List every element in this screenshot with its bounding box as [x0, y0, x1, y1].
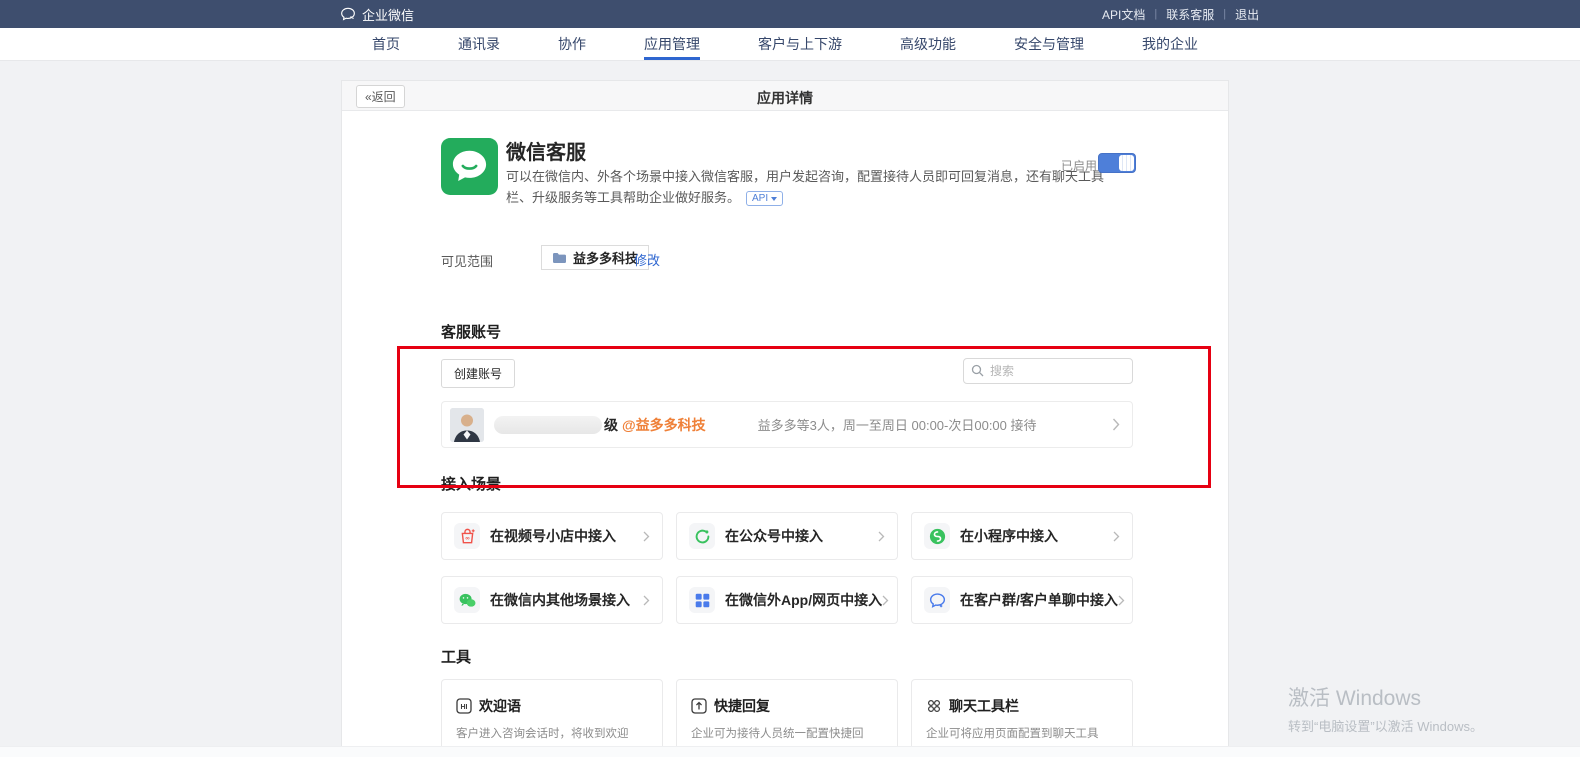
nav-my-company[interactable]: 我的企业 — [1142, 28, 1198, 60]
scene-card-official-account[interactable]: 在公众号中接入 — [676, 512, 898, 560]
welcome-icon: HI — [456, 698, 472, 714]
screen: 企业微信 API文档 | 联系客服 | 退出 首页 通讯录 协作 应用管理 客户… — [0, 0, 1580, 757]
nav-advanced[interactable]: 高级功能 — [900, 28, 956, 60]
api-badge[interactable]: API — [746, 191, 783, 206]
caret-down-icon — [771, 197, 777, 201]
toggle-knob — [1119, 155, 1134, 171]
api-docs-link[interactable]: API文档 — [1102, 6, 1145, 23]
scene-label: 在小程序中接入 — [960, 526, 1058, 546]
quick-reply-icon — [691, 698, 707, 714]
scene-card-external-app[interactable]: 在微信外App/网页中接入 — [676, 576, 898, 624]
chevron-right-icon — [643, 595, 650, 606]
enabled-status-label: 已启用 — [1061, 157, 1097, 174]
nav-collaboration[interactable]: 协作 — [558, 28, 586, 60]
scene-label: 在公众号中接入 — [725, 526, 823, 546]
scene-label: 在视频号小店中接入 — [490, 526, 616, 546]
wechat-icon — [454, 587, 480, 613]
chevron-right-icon — [1112, 418, 1120, 431]
svg-text:HI: HI — [461, 704, 468, 711]
account-search — [963, 358, 1133, 384]
nav-customers[interactable]: 客户与上下游 — [758, 28, 842, 60]
channels-shop-icon: ∞ — [454, 523, 480, 549]
primary-nav: 首页 通讯录 协作 应用管理 客户与上下游 高级功能 安全与管理 我的企业 — [0, 28, 1580, 61]
scene-label: 在客户群/客户单聊中接入 — [960, 590, 1118, 610]
nav-home[interactable]: 首页 — [372, 28, 400, 60]
visible-range-label: 可见范围 — [441, 251, 493, 270]
account-search-input[interactable] — [963, 358, 1133, 384]
watermark-subtitle: 转到“电脑设置”以激活 Windows。 — [1288, 716, 1483, 735]
topbar: 企业微信 API文档 | 联系客服 | 退出 — [0, 0, 1580, 28]
wechat-customer-service-icon — [441, 138, 498, 195]
account-name-redacted — [494, 416, 602, 434]
scene-card-mini-program[interactable]: 在小程序中接入 — [911, 512, 1133, 560]
app-grid-icon — [689, 587, 715, 613]
topbar-links: API文档 | 联系客服 | 退出 — [1102, 0, 1259, 28]
detail-header: «返回 应用详情 — [342, 81, 1228, 111]
tool-title: 欢迎语 — [479, 696, 521, 716]
scene-label: 在微信外App/网页中接入 — [725, 590, 882, 610]
watermark-title: 激活 Windows — [1288, 682, 1483, 712]
chevron-right-icon — [643, 531, 650, 542]
visible-range-value: 益多多科技 — [573, 248, 638, 267]
scene-grid: ∞ 在视频号小店中接入 在公众号中接入 在小程序中接入 — [441, 512, 1133, 624]
tools-section-title: 工具 — [441, 646, 471, 667]
app-enabled-toggle[interactable] — [1098, 153, 1136, 173]
nav-app-management[interactable]: 应用管理 — [644, 28, 700, 60]
visible-range-chip: 益多多科技 — [541, 245, 649, 270]
brand-label: 企业微信 — [362, 5, 414, 24]
scene-card-channels-shop[interactable]: ∞ 在视频号小店中接入 — [441, 512, 663, 560]
account-name-suffix: 级 — [604, 415, 618, 435]
app-detail-panel: «返回 应用详情 微信客服 可以在微信内、外各个场景中接入微信客服，用户发起咨询… — [341, 80, 1229, 757]
divider: | — [1223, 8, 1226, 20]
tool-title: 快捷回复 — [714, 696, 770, 716]
divider: | — [1154, 8, 1157, 20]
back-button[interactable]: «返回 — [356, 85, 405, 108]
logout-link[interactable]: 退出 — [1235, 6, 1259, 23]
edit-visible-range-link[interactable]: 修改 — [634, 250, 660, 269]
windows-activation-watermark: 激活 Windows 转到“电脑设置”以激活 Windows。 — [1288, 682, 1483, 735]
account-avatar — [450, 408, 484, 442]
chevron-right-icon — [878, 531, 885, 542]
official-account-icon — [689, 523, 715, 549]
svg-text:∞: ∞ — [465, 534, 469, 541]
scene-card-customer-chat[interactable]: 在客户群/客户单聊中接入 — [911, 576, 1133, 624]
scene-label: 在微信内其他场景接入 — [490, 590, 630, 610]
chevron-right-icon — [1118, 595, 1125, 606]
scenes-section-title: 接入场景 — [441, 473, 501, 494]
chevron-right-icon — [1113, 531, 1120, 542]
mini-program-icon — [924, 523, 950, 549]
nav-contacts[interactable]: 通讯录 — [458, 28, 500, 60]
page-title: 应用详情 — [757, 88, 813, 108]
customer-service-account-row[interactable]: 级 @益多多科技 益多多等3人，周一至周日 00:00-次日00:00 接待 — [441, 401, 1133, 448]
toolbar-icon — [926, 698, 942, 714]
folder-icon — [552, 252, 567, 264]
app-name: 微信客服 — [506, 136, 586, 165]
tool-title: 聊天工具栏 — [949, 696, 1019, 716]
chevron-right-icon — [882, 595, 889, 606]
api-badge-label: API — [752, 188, 768, 209]
search-icon — [971, 364, 984, 377]
app-description-text: 可以在微信内、外各个场景中接入微信客服，用户发起咨询，配置接待人员即可回复消息，… — [506, 169, 1104, 205]
scene-card-wechat-other[interactable]: 在微信内其他场景接入 — [441, 576, 663, 624]
accounts-section-title: 客服账号 — [441, 321, 501, 342]
create-account-button[interactable]: 创建账号 — [441, 359, 515, 388]
chat-bubble-icon — [924, 587, 950, 613]
bottom-edge-strip — [0, 746, 1580, 757]
contact-support-link[interactable]: 联系客服 — [1166, 6, 1214, 23]
wecom-logo-icon — [340, 6, 356, 22]
account-detail: 益多多等3人，周一至周日 00:00-次日00:00 接待 — [758, 415, 1037, 434]
account-mention: @益多多科技 — [622, 415, 706, 435]
nav-security[interactable]: 安全与管理 — [1014, 28, 1084, 60]
app-description: 可以在微信内、外各个场景中接入微信客服，用户发起咨询，配置接待人员即可回复消息，… — [506, 166, 1106, 208]
brand: 企业微信 — [340, 0, 414, 28]
